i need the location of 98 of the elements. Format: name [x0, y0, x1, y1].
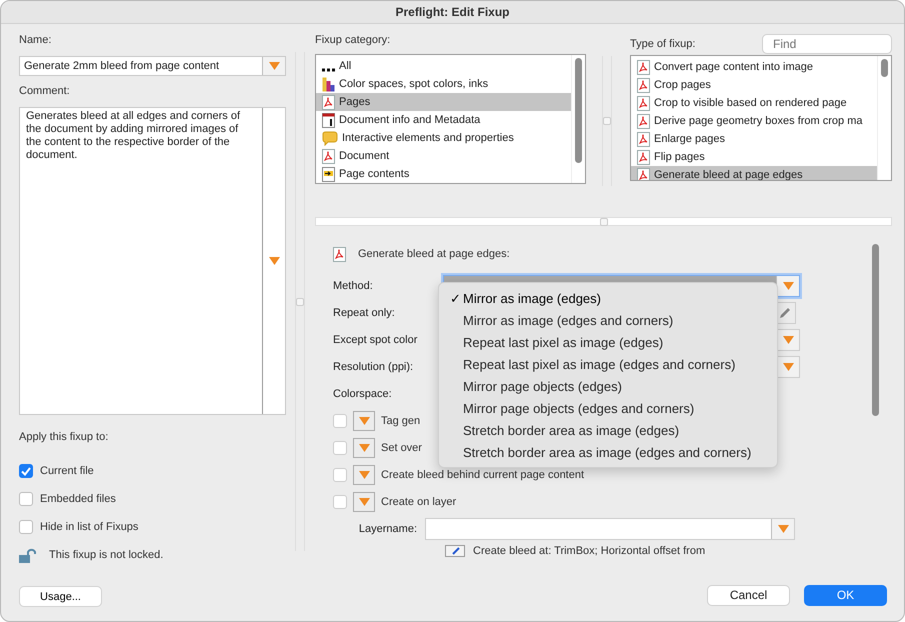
scrollbar-thumb[interactable]: [872, 244, 878, 416]
dropdown-arrow-icon: [782, 362, 794, 370]
category-label: Fixup category:: [315, 34, 392, 46]
checkbox[interactable]: [19, 464, 33, 478]
color-swatch-icon: [322, 76, 335, 92]
unlocked-padlock-icon[interactable]: [19, 547, 36, 563]
field-label: Repeat only:: [333, 306, 396, 318]
category-item[interactable]: Document info and Metadata: [316, 111, 571, 129]
scrollbar-thumb[interactable]: [881, 59, 888, 77]
pdf-document-icon: [322, 148, 335, 164]
options-button[interactable]: [353, 492, 375, 512]
pdf-document-icon: [637, 132, 650, 146]
options-button[interactable]: [353, 464, 375, 484]
splitter[interactable]: [315, 217, 892, 226]
apply-label: Apply this fixup to:: [19, 431, 110, 443]
menu-item[interactable]: ✓Mirror as image (edges): [439, 287, 777, 309]
checkbox[interactable]: [333, 414, 347, 428]
menu-item[interactable]: Repeat last pixel as image (edges): [439, 331, 777, 353]
type-item[interactable]: Crop pages: [631, 76, 877, 94]
type-item[interactable]: Derive page geometry boxes from crop ma: [631, 112, 877, 130]
checkbox[interactable]: [19, 492, 33, 506]
options-button[interactable]: [353, 438, 375, 458]
comment-field[interactable]: Generates bleed at all edges and corners of the document by adding mirrored images of the content to the respective border of the document.: [19, 107, 286, 415]
fixup-title: Generate bleed at page edges:: [358, 248, 510, 260]
dropdown-arrow-icon: [782, 336, 794, 344]
field-label: Resolution (ppi):: [333, 360, 414, 372]
dots-icon: [322, 68, 335, 72]
checkbox-label: Hide in list of Fixups: [40, 521, 138, 533]
page-contents-icon: [322, 166, 335, 182]
category-item[interactable]: Color spaces, spot colors, inks: [316, 75, 571, 93]
pencil-icon: [778, 306, 792, 320]
name-label: Name:: [19, 34, 52, 46]
splitter-handle[interactable]: [603, 117, 611, 125]
field-label: Method:: [333, 280, 374, 292]
type-label: Type of fixup:: [630, 38, 696, 50]
dropdown-arrow-icon: [358, 444, 370, 452]
menu-item[interactable]: Mirror as image (edges and corners): [439, 309, 777, 331]
options-button[interactable]: [353, 410, 375, 430]
speech-bubble-icon: [322, 130, 338, 146]
cancel-button[interactable]: Cancel: [707, 584, 790, 606]
checkbox[interactable]: [19, 520, 33, 534]
field-label: Colorspace:: [333, 388, 393, 400]
checkbox[interactable]: [333, 494, 347, 508]
category-item[interactable]: Pages: [316, 93, 571, 111]
pdf-document-icon: [333, 246, 346, 262]
pdf-document-icon: [637, 96, 650, 110]
type-item[interactable]: Flip pages: [631, 148, 877, 166]
type-item[interactable]: Crop to visible based on rendered page: [631, 94, 877, 112]
category-item[interactable]: All: [316, 57, 571, 75]
splitter-handle[interactable]: [600, 218, 608, 226]
name-field[interactable]: Generate 2mm bleed from page content: [19, 56, 286, 76]
field-label: Except spot color: [333, 334, 418, 346]
pdf-document-icon: [637, 114, 650, 128]
type-item[interactable]: Enlarge pages: [631, 130, 877, 148]
dropdown-arrow-icon: [358, 470, 370, 478]
splitter[interactable]: [602, 56, 612, 186]
checkbox-label: Create bleed behind current page content: [381, 468, 584, 480]
category-item[interactable]: Document: [316, 147, 571, 165]
info-document-icon: [322, 112, 335, 128]
checkbox-label: Create on layer: [381, 496, 456, 508]
comment-label: Comment:: [19, 85, 71, 97]
menu-item[interactable]: Mirror page objects (edges and corners): [439, 397, 777, 419]
menu-item[interactable]: Mirror page objects (edges): [439, 375, 777, 397]
lock-status-text: This fixup is not locked.: [49, 549, 164, 561]
dropdown-arrow-icon: [268, 62, 280, 70]
pdf-document-icon: [637, 60, 650, 74]
dropdown-arrow-icon: [268, 257, 280, 265]
menu-item[interactable]: Repeat last pixel as image (edges and corners): [439, 353, 777, 375]
checkbox-label: Tag gen: [381, 414, 420, 426]
menu-item[interactable]: Stretch border area as image (edges and corners): [439, 441, 777, 463]
pdf-document-icon: [637, 78, 650, 92]
pdf-document-icon: [322, 94, 335, 110]
checkbox-label: Current file: [40, 465, 94, 477]
dropdown-arrow-icon: [358, 498, 370, 506]
pdf-document-icon: [637, 150, 650, 164]
dropdown-arrow-icon: [778, 524, 788, 532]
offset-icon: [445, 545, 465, 557]
category-item[interactable]: Interactive elements and properties: [316, 129, 571, 147]
checkbox[interactable]: [333, 468, 347, 482]
scrollbar-thumb[interactable]: [575, 58, 582, 163]
offset-text: Create bleed at: TrimBox; Horizontal offset from: [473, 545, 706, 557]
ok-button[interactable]: OK: [804, 584, 887, 606]
checkbox[interactable]: [333, 440, 347, 454]
checkbox-label: Set over: [381, 442, 422, 454]
checkbox-label: Embedded files: [40, 493, 116, 505]
dropdown-arrow-icon: [358, 416, 370, 424]
type-item[interactable]: Generate bleed at page edges: [631, 166, 877, 180]
type-item[interactable]: Convert page content into image: [631, 58, 877, 76]
category-item[interactable]: Page contents: [316, 165, 571, 183]
menu-item[interactable]: Stretch border area as image (edges): [439, 419, 777, 441]
dropdown-arrow-icon: [782, 282, 794, 290]
usage-button[interactable]: Usage...: [19, 586, 102, 607]
layername-field[interactable]: [425, 518, 795, 540]
layername-label: Layername:: [358, 522, 418, 534]
window-title: Preflight: Edit Fixup: [1, 1, 904, 24]
search-field[interactable]: Find: [762, 34, 892, 54]
splitter-handle[interactable]: [296, 298, 304, 306]
splitter[interactable]: [295, 52, 305, 551]
